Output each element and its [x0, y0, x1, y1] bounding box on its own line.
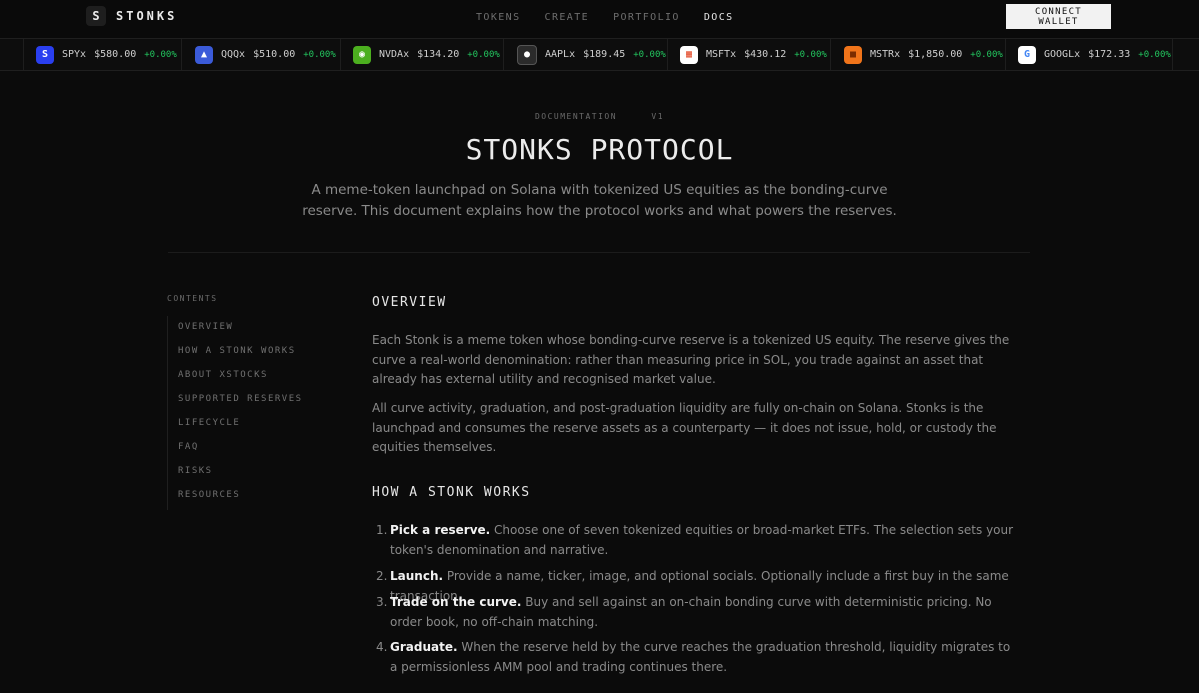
ticker-price: $189.45: [583, 49, 626, 60]
ticker-divider: [340, 39, 341, 70]
logo-text: STONKS: [116, 9, 178, 23]
nav-portfolio[interactable]: PORTFOLIO: [613, 12, 680, 23]
toc-item-how-a-stonk-works[interactable]: HOW A STONK WORKS: [178, 346, 296, 356]
ticker-divider: [830, 39, 831, 70]
ticker-divider: [1005, 39, 1006, 70]
mstrx-icon: ■: [844, 45, 862, 64]
toc-item-overview[interactable]: OVERVIEW: [178, 322, 233, 332]
ticker-item-mstrx[interactable]: ■ MSTRx $1,850.00 +0.00%: [844, 39, 1003, 70]
ticker-change: +0.00%: [633, 49, 666, 60]
top-nav: S STONKS TOKENS CREATE PORTFOLIO DOCS CO…: [0, 0, 1199, 39]
msftx-icon: ▦: [680, 45, 698, 64]
hero-divider: [168, 252, 1030, 253]
ticker-divider: [503, 39, 504, 70]
googlx-icon: G: [1018, 45, 1036, 64]
ticker-change: +0.00%: [970, 49, 1003, 60]
ticker-item-qqqx[interactable]: ▲ QQQx $510.00 +0.00%: [195, 39, 336, 70]
ticker-price: $172.33: [1088, 49, 1131, 60]
toc-item-faq[interactable]: FAQ: [178, 442, 199, 452]
overview-paragraph-1: Each Stonk is a meme token whose bonding…: [372, 333, 1010, 386]
ticker-item-aaplx[interactable]: ● AAPLx $189.45 +0.00%: [517, 39, 666, 70]
nav-docs[interactable]: DOCS: [704, 12, 734, 23]
step-title: Pick a reserve.: [390, 523, 491, 537]
ticker-bar: S SPYx $580.00 +0.00% ▲ QQQx $510.00 +0.…: [0, 39, 1199, 71]
page-subtitle: A meme-token launchpad on Solana with to…: [302, 182, 897, 219]
ticker-item-spyx[interactable]: S SPYx $580.00 +0.00%: [36, 39, 177, 70]
overview-paragraph-2: All curve activity, graduation, and post…: [372, 401, 997, 454]
section-heading-overview: OVERVIEW: [372, 295, 447, 310]
ticker-name: AAPLx: [545, 49, 576, 60]
ticker-price: $510.00: [253, 49, 296, 60]
ticker-item-nvdax[interactable]: ◉ NVDAx $134.20 +0.00%: [353, 39, 500, 70]
section-heading-how-a-stonk-works: HOW A STONK WORKS: [372, 485, 531, 500]
toc-item-risks[interactable]: RISKS: [178, 466, 213, 476]
step-number: 1.: [376, 523, 388, 537]
toc-item-lifecycle[interactable]: LIFECYCLE: [178, 418, 240, 428]
eyebrow-version: V1: [651, 112, 665, 121]
toc-label: CONTENTS: [167, 294, 218, 303]
logo-mark-icon: S: [86, 6, 106, 26]
aaplx-icon: ●: [517, 44, 537, 65]
ticker-name: NVDAx: [379, 49, 410, 60]
step-title: Launch.: [390, 569, 444, 583]
ticker-change: +0.00%: [794, 49, 827, 60]
nav-create[interactable]: CREATE: [545, 12, 590, 23]
toc-item-about-xstocks[interactable]: ABOUT XSTOCKS: [178, 370, 268, 380]
step-title: Trade on the curve.: [390, 595, 522, 609]
ticker-price: $430.12: [744, 49, 787, 60]
page-title: STONKS PROTOCOL: [465, 133, 734, 166]
ticker-name: MSTRx: [870, 49, 901, 60]
ticker-name: MSFTx: [706, 49, 737, 60]
toc-item-supported-reserves[interactable]: SUPPORTED RESERVES: [178, 394, 303, 404]
nvdax-icon: ◉: [353, 45, 371, 64]
ticker-change: +0.00%: [467, 49, 500, 60]
spyx-icon: S: [36, 45, 54, 64]
ticker-name: SPYx: [62, 49, 87, 60]
ticker-price: $1,850.00: [908, 49, 963, 60]
step-number: 4.: [376, 640, 388, 654]
table-of-contents: OVERVIEW HOW A STONK WORKS ABOUT XSTOCKS…: [167, 316, 338, 510]
step-title: Graduate.: [390, 640, 458, 654]
ticker-item-msftx[interactable]: ▦ MSFTx $430.12 +0.00%: [680, 39, 827, 70]
doc-eyebrow: DOCUMENTATION V1: [0, 112, 1199, 121]
ticker-name: QQQx: [221, 49, 246, 60]
step-number: 2.: [376, 569, 388, 583]
qqqx-icon: ▲: [195, 45, 213, 64]
logo[interactable]: S STONKS: [86, 6, 177, 26]
ticker-name: GOOGLx: [1044, 49, 1081, 60]
ticker-divider: [23, 39, 24, 70]
step-text: When the reserve held by the curve reach…: [390, 640, 1011, 674]
nav-tokens[interactable]: TOKENS: [476, 12, 521, 23]
ticker-price: $134.20: [417, 49, 460, 60]
ticker-divider: [667, 39, 668, 70]
ticker-item-googlx[interactable]: G GOOGLx $172.33 +0.00%: [1018, 39, 1171, 70]
step-number: 3.: [376, 595, 388, 609]
ticker-divider: [1172, 39, 1173, 70]
toc-item-resources[interactable]: RESOURCES: [178, 490, 240, 500]
ticker-price: $580.00: [94, 49, 137, 60]
ticker-change: +0.00%: [1138, 49, 1171, 60]
ticker-change: +0.00%: [144, 49, 177, 60]
ticker-divider: [181, 39, 182, 70]
main-menu: TOKENS CREATE PORTFOLIO DOCS: [476, 12, 734, 23]
eyebrow-documentation: DOCUMENTATION: [534, 112, 618, 121]
connect-wallet-button[interactable]: CONNECT WALLET: [1006, 4, 1111, 29]
ticker-change: +0.00%: [303, 49, 336, 60]
